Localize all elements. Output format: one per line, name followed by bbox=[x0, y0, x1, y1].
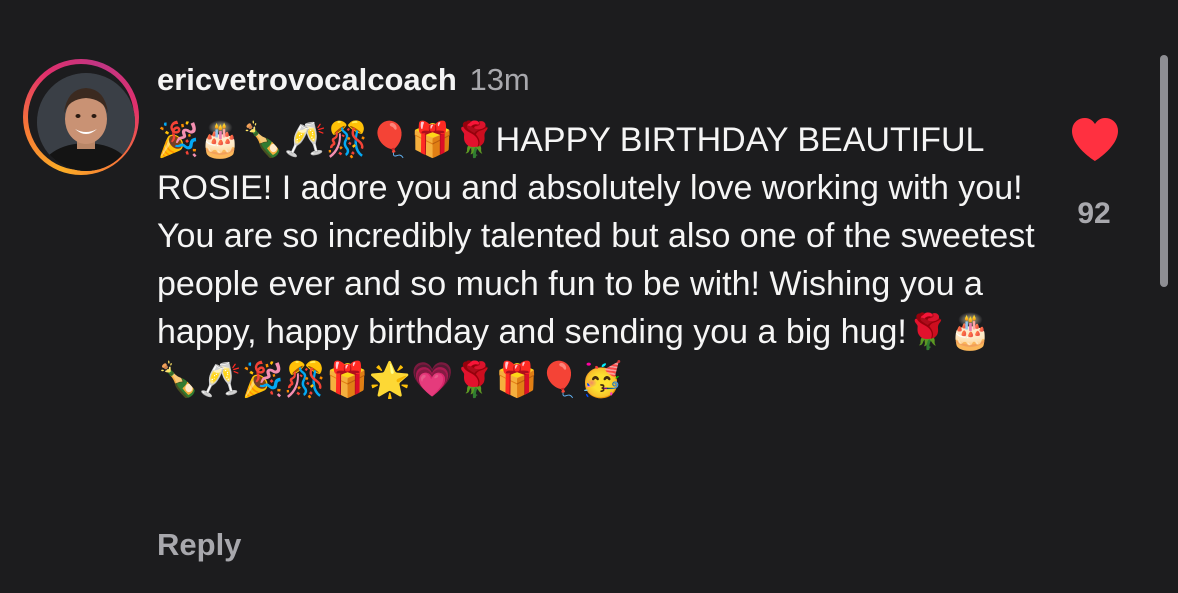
username[interactable]: ericvetrovocalcoach bbox=[157, 62, 457, 97]
avatar-photo bbox=[37, 73, 135, 171]
comment-text: 🎉🎂🍾🥂🎊🎈🎁🌹HAPPY BIRTHDAY BEAUTIFUL ROSIE! … bbox=[157, 121, 1035, 399]
like-button[interactable] bbox=[1070, 117, 1120, 163]
reply-button[interactable]: Reply bbox=[157, 525, 241, 565]
heart-icon bbox=[1072, 118, 1118, 161]
avatar-story-ring[interactable] bbox=[23, 59, 139, 175]
scrollbar[interactable] bbox=[1160, 55, 1168, 287]
comment-header: ericvetrovocalcoach 13m bbox=[157, 60, 530, 100]
comment: ericvetrovocalcoach 13m 🎉🎂🍾🥂🎊🎈🎁🌹HAPPY BI… bbox=[0, 0, 1178, 593]
avatar[interactable] bbox=[37, 73, 135, 171]
like-count: 92 bbox=[1077, 197, 1111, 230]
timestamp: 13m bbox=[469, 62, 530, 97]
